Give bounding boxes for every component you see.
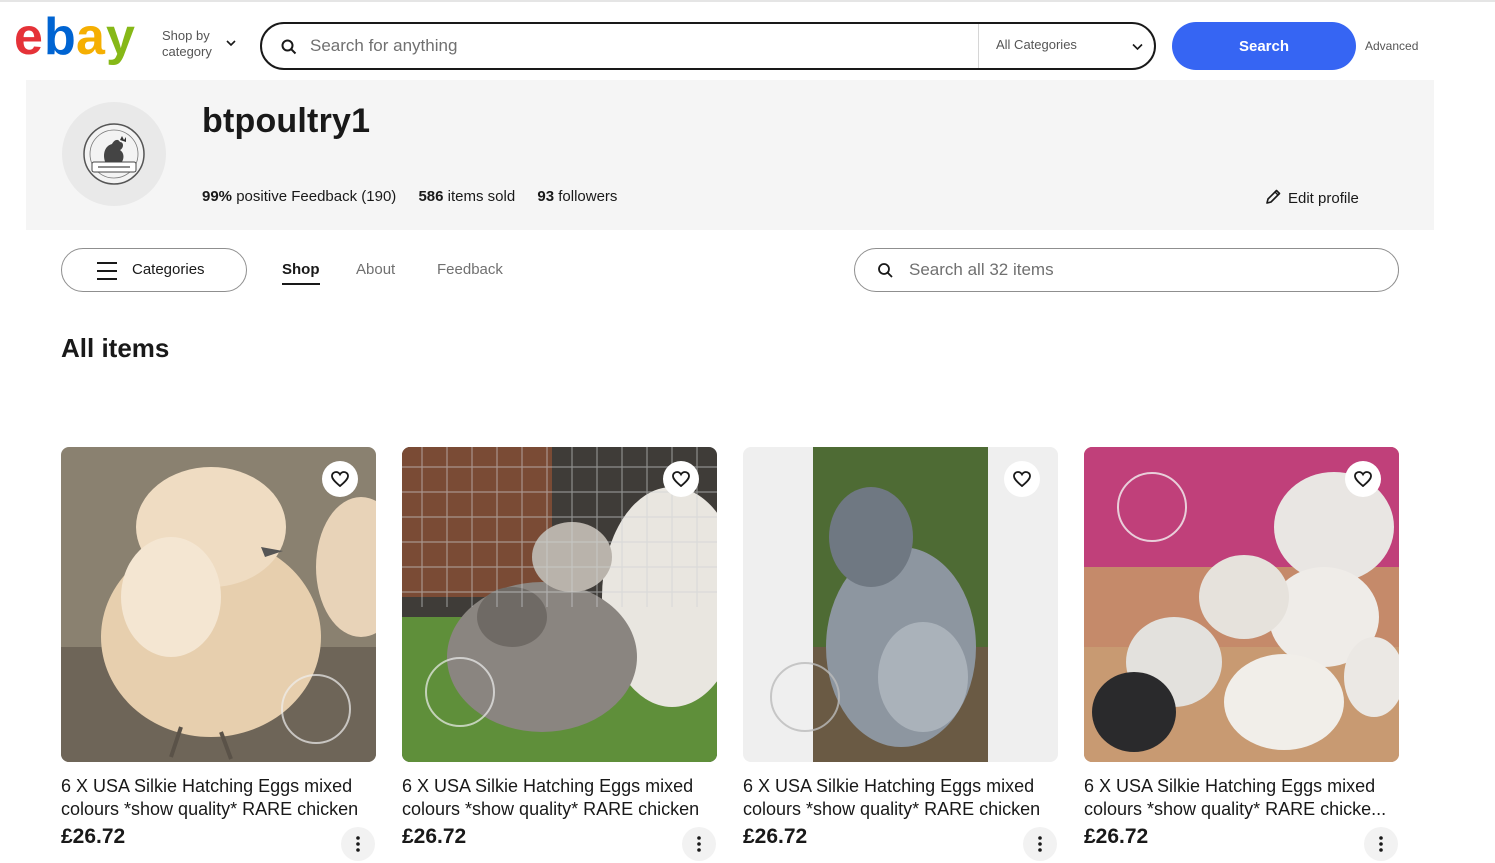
more-actions-button[interactable] — [1023, 827, 1057, 861]
search-divider — [978, 24, 979, 68]
item-image[interactable] — [61, 447, 376, 762]
watch-button[interactable] — [322, 461, 358, 497]
edit-profile-label: Edit profile — [1288, 190, 1359, 207]
followers-count: 93 — [537, 188, 555, 205]
item-title-line1: 6 X USA Silkie Hatching Eggs mixed — [402, 776, 694, 796]
tab-shop[interactable]: Shop — [282, 261, 320, 285]
item-title-line2: colours *show quality* RARE chicken — [61, 799, 359, 819]
silkie-chicks-photo — [1084, 447, 1399, 762]
items-sold-count: 586 — [418, 188, 444, 205]
item-card: 6 X USA Silkie Hatching Eggs mixed colou… — [743, 447, 1058, 863]
seller-avatar[interactable] — [62, 102, 166, 206]
global-search-bar: All Categories — [260, 22, 1156, 70]
more-actions-button[interactable] — [1364, 827, 1398, 861]
followers-stat: 93 followers — [537, 188, 617, 205]
feedback-stat[interactable]: 99% positive Feedback (190) — [202, 188, 396, 205]
more-vertical-icon — [1379, 836, 1383, 852]
items-sold-text: items sold — [447, 188, 516, 205]
feedback-text: positive Feedback (190) — [236, 188, 397, 205]
item-title[interactable]: 6 X USA Silkie Hatching Eggs mixed colou… — [1084, 775, 1399, 821]
seller-name[interactable]: btpoultry1 — [202, 102, 370, 141]
search-icon — [281, 39, 297, 55]
watch-button[interactable] — [1345, 461, 1381, 497]
logo-letter-y: y — [106, 12, 135, 66]
ebay-logo[interactable]: e b a y — [14, 12, 146, 70]
item-title-line2: colours *show quality* RARE chicken — [743, 799, 1041, 819]
item-title[interactable]: 6 X USA Silkie Hatching Eggs mixed colou… — [402, 775, 717, 821]
rooster-logo-icon — [83, 123, 145, 185]
categories-label: Categories — [132, 261, 205, 278]
store-search-input[interactable] — [909, 258, 1379, 282]
watch-button[interactable] — [1004, 461, 1040, 497]
chevron-down-icon — [1132, 43, 1143, 51]
item-price: £26.72 — [402, 825, 467, 848]
item-title-line1: 6 X USA Silkie Hatching Eggs mixed — [1084, 776, 1376, 796]
tab-feedback[interactable]: Feedback — [437, 261, 503, 278]
watch-button[interactable] — [663, 461, 699, 497]
site-header: e b a y Shop by category All Categories … — [0, 2, 1495, 80]
feedback-percent: 99% — [202, 188, 233, 205]
pencil-icon — [1266, 189, 1281, 204]
buff-silkie-photo — [61, 447, 376, 762]
seller-stats: 99% positive Feedback (190) 586 items so… — [202, 188, 635, 205]
item-price: £26.72 — [743, 825, 808, 848]
section-title: All items — [61, 333, 170, 363]
category-select[interactable]: All Categories — [996, 37, 1146, 57]
seller-banner: btpoultry1 99% positive Feedback (190) 5… — [26, 80, 1434, 230]
menu-icon — [97, 262, 117, 280]
advanced-search-link[interactable]: Advanced — [1365, 39, 1418, 53]
logo-letter-e: e — [14, 12, 42, 66]
item-image[interactable] — [1084, 447, 1399, 762]
items-sold-stat: 586 items sold — [418, 188, 515, 205]
item-card: 6 X USA Silkie Hatching Eggs mixed colou… — [1084, 447, 1399, 863]
item-price: £26.72 — [1084, 825, 1149, 848]
more-vertical-icon — [1038, 836, 1042, 852]
logo-letter-a: a — [76, 12, 106, 66]
more-vertical-icon — [697, 836, 701, 852]
more-vertical-icon — [356, 836, 360, 852]
splash-silkie-photo — [743, 447, 1058, 762]
item-card: 6 X USA Silkie Hatching Eggs mixed colou… — [61, 447, 376, 863]
categories-button[interactable]: Categories — [61, 248, 247, 292]
item-image[interactable] — [402, 447, 717, 762]
grey-silkie-on-grass-photo — [402, 447, 717, 762]
store-search-bar — [854, 248, 1399, 292]
global-search-input[interactable] — [310, 32, 970, 60]
heart-icon — [331, 471, 349, 487]
shop-by-category-button[interactable]: Shop by category — [162, 28, 242, 64]
followers-text: followers — [558, 188, 618, 205]
item-title-line2: colours *show quality* RARE chicke... — [1084, 799, 1387, 819]
more-actions-button[interactable] — [682, 827, 716, 861]
item-price: £26.72 — [61, 825, 126, 848]
edit-profile-button[interactable]: Edit profile — [1264, 188, 1359, 207]
heart-icon — [672, 471, 690, 487]
heart-icon — [1013, 471, 1031, 487]
item-title-line1: 6 X USA Silkie Hatching Eggs mixed — [61, 776, 353, 796]
chevron-down-icon — [226, 40, 236, 47]
item-title[interactable]: 6 X USA Silkie Hatching Eggs mixed colou… — [61, 775, 376, 821]
category-select-value: All Categories — [996, 37, 1077, 52]
item-image[interactable] — [743, 447, 1058, 762]
tab-about[interactable]: About — [356, 261, 395, 278]
search-button[interactable]: Search — [1172, 22, 1356, 70]
item-title-line1: 6 X USA Silkie Hatching Eggs mixed — [743, 776, 1035, 796]
logo-letter-b: b — [44, 12, 74, 66]
more-actions-button[interactable] — [341, 827, 375, 861]
search-icon — [878, 263, 893, 278]
item-card: 6 X USA Silkie Hatching Eggs mixed colou… — [402, 447, 717, 863]
item-title-line2: colours *show quality* RARE chicken — [402, 799, 700, 819]
item-title[interactable]: 6 X USA Silkie Hatching Eggs mixed colou… — [743, 775, 1058, 821]
heart-icon — [1354, 471, 1372, 487]
